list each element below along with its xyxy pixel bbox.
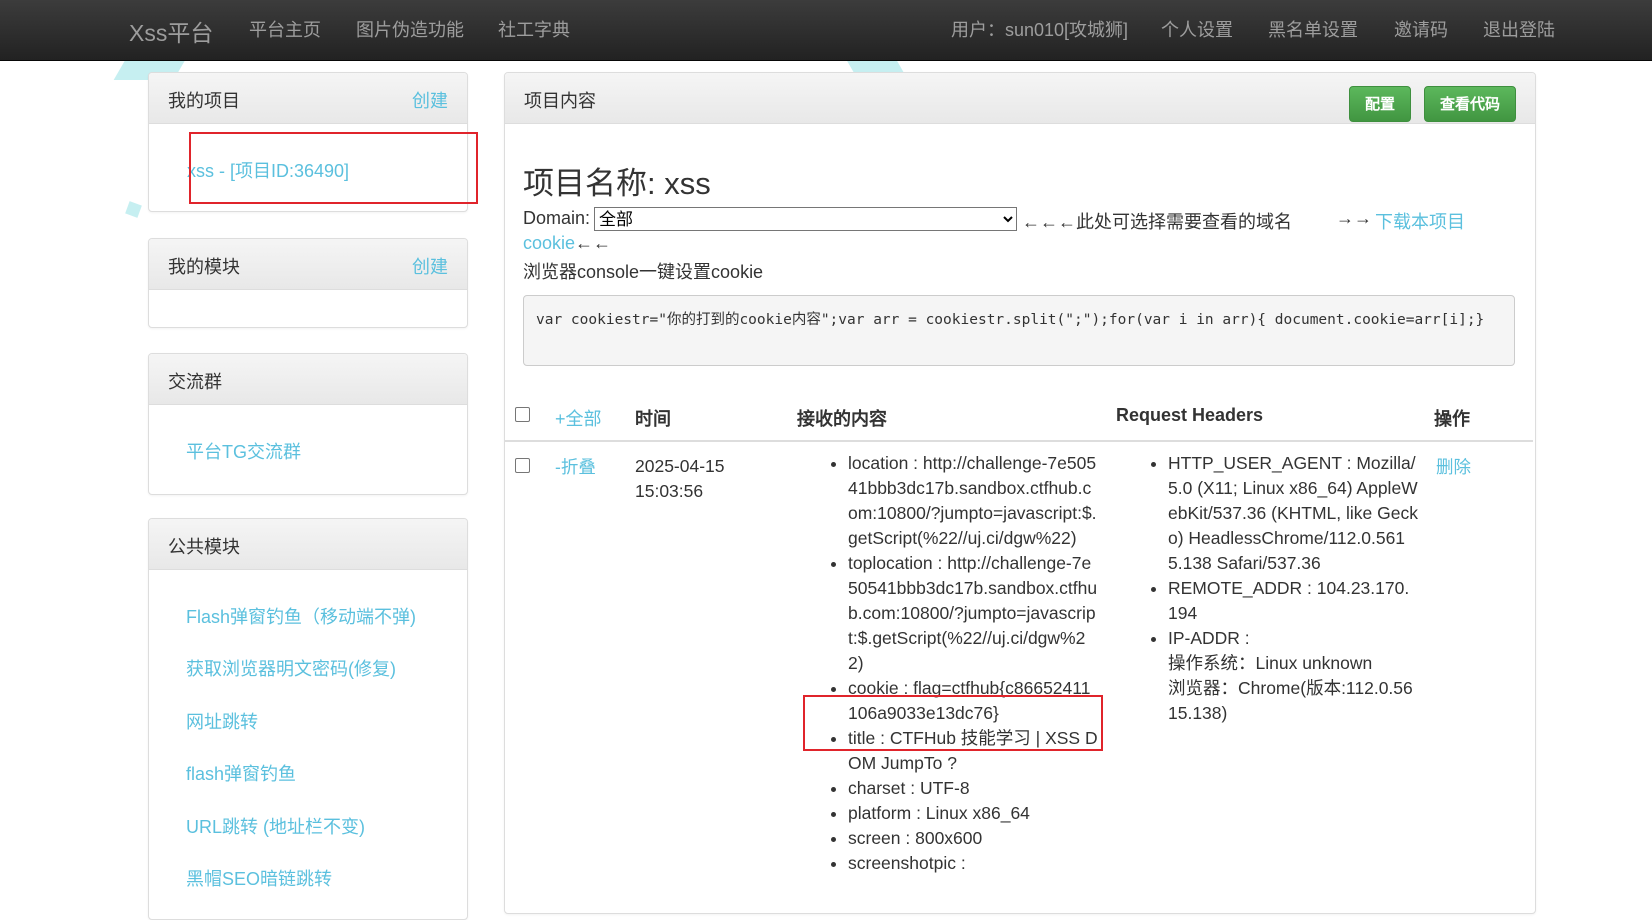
content-item-charset: charset : UTF-8 xyxy=(848,776,1098,801)
domain-hint: ←←←此处可选择需要查看的域名 xyxy=(1022,212,1292,232)
create-project-link[interactable]: 创建 xyxy=(412,87,448,113)
download-arrow-after-icon: ←← xyxy=(575,233,611,253)
nav-invite-code[interactable]: 邀请码 xyxy=(1394,16,1448,42)
module-link[interactable]: flash弹窗钓鱼 xyxy=(186,760,296,786)
module-link[interactable]: Flash弹窗钓鱼（移动端不弹) xyxy=(186,603,416,629)
module-link[interactable]: 获取浏览器明文密码(修复) xyxy=(186,655,396,681)
expand-all-link[interactable]: +全部 xyxy=(555,405,602,431)
header-item-user-agent: HTTP_USER_AGENT : Mozilla/5.0 (X11; Linu… xyxy=(1168,451,1418,576)
console-label: 浏览器console一键设置cookie xyxy=(523,262,764,282)
panel-title: 我的模块 xyxy=(168,257,240,277)
tg-group-link[interactable]: 平台TG交流群 xyxy=(186,438,301,464)
domain-label: Domain: xyxy=(523,208,591,228)
content-item-platform: platform : Linux x86_64 xyxy=(848,801,1098,826)
download-arrow-icon: →→ xyxy=(1336,208,1372,228)
content-item-toplocation: toplocation : http://challenge-7e50541bb… xyxy=(848,551,1098,676)
nav-settings[interactable]: 个人设置 xyxy=(1161,16,1233,42)
column-content: 接收的内容 xyxy=(797,409,887,429)
public-modules-panel: 公共模块 Flash弹窗钓鱼（移动端不弹) 获取浏览器明文密码(修复) 网址跳转… xyxy=(148,518,468,920)
request-headers-list: HTTP_USER_AGENT : Mozilla/5.0 (X11; Linu… xyxy=(1143,451,1418,726)
column-action: 操作 xyxy=(1434,409,1470,429)
view-code-button[interactable]: 查看代码 xyxy=(1424,86,1516,122)
header-item-ip-addr: IP-ADDR : 操作系统：Linux unknown 浏览器：Chrome(… xyxy=(1168,626,1418,726)
collapse-link[interactable]: -折叠 xyxy=(555,454,596,479)
row-time: 2025-04-15 15:03:56 xyxy=(635,456,725,501)
nav-user[interactable]: 用户：sun010[攻城狮] xyxy=(951,16,1128,42)
create-module-link[interactable]: 创建 xyxy=(412,253,448,279)
table-header-divider xyxy=(505,440,1533,442)
groups-panel: 交流群 平台TG交流群 xyxy=(148,353,468,495)
domain-select[interactable]: 全部 xyxy=(594,207,1017,231)
panel-title: 项目内容 xyxy=(524,91,596,111)
download-link-line2[interactable]: cookie xyxy=(523,233,575,254)
brand-logo[interactable]: Xss平台 xyxy=(129,14,213,48)
config-button[interactable]: 配置 xyxy=(1349,86,1411,122)
delete-link[interactable]: 删除 xyxy=(1436,454,1471,479)
panel-title: 交流群 xyxy=(168,372,222,392)
panel-heading: 我的模块 创建 xyxy=(149,239,467,290)
download-link-line1[interactable]: 下载本项目 xyxy=(1375,208,1505,232)
cookie-highlight-box xyxy=(803,695,1103,751)
panel-heading: 交流群 xyxy=(149,354,467,405)
background-decoration xyxy=(125,201,142,218)
highlight-box xyxy=(189,132,478,204)
panel-heading: 我的项目 创建 xyxy=(149,73,467,124)
column-time: 时间 xyxy=(635,409,671,429)
column-request-headers: Request Headers xyxy=(1116,405,1264,425)
header-item-remote-addr: REMOTE_ADDR : 104.23.170.194 xyxy=(1168,576,1418,626)
top-navbar: Xss平台 平台主页 图片伪造功能 社工字典 用户：sun010[攻城狮] 个人… xyxy=(0,0,1652,61)
browser-info: 浏览器：Chrome(版本:112.0.5615.138) xyxy=(1168,678,1413,723)
panel-title: 公共模块 xyxy=(168,537,240,557)
cookie-code-block: var cookiestr="你的打到的cookie内容";var arr = … xyxy=(523,295,1515,366)
content-item-screen: screen : 800x600 xyxy=(848,826,1098,851)
module-link[interactable]: URL跳转 (地址栏不变) xyxy=(186,813,365,839)
nav-home[interactable]: 平台主页 xyxy=(249,16,321,42)
nav-social-dict[interactable]: 社工字典 xyxy=(498,16,570,42)
panel-title: 我的项目 xyxy=(168,91,240,111)
project-name-heading: 项目名称: xss xyxy=(523,166,711,201)
content-item-location: location : http://challenge-7e50541bbb3d… xyxy=(848,451,1098,551)
select-all-checkbox[interactable] xyxy=(515,407,530,422)
nav-image-forge[interactable]: 图片伪造功能 xyxy=(356,16,464,42)
my-modules-panel: 我的模块 创建 xyxy=(148,238,468,328)
module-link[interactable]: 黑帽SEO暗链跳转 xyxy=(186,865,332,891)
os-info: 操作系统：Linux unknown xyxy=(1168,653,1373,673)
nav-blacklist[interactable]: 黑名单设置 xyxy=(1268,16,1358,42)
content-item-screenshotpic: screenshotpic : xyxy=(848,851,1098,876)
ip-addr-label: IP-ADDR : xyxy=(1168,628,1250,648)
nav-logout[interactable]: 退出登陆 xyxy=(1483,16,1555,42)
module-link[interactable]: 网址跳转 xyxy=(186,708,258,734)
received-content-list: location : http://challenge-7e50541bbb3d… xyxy=(823,451,1098,876)
panel-heading: 公共模块 xyxy=(149,519,467,570)
row-checkbox[interactable] xyxy=(515,458,530,473)
